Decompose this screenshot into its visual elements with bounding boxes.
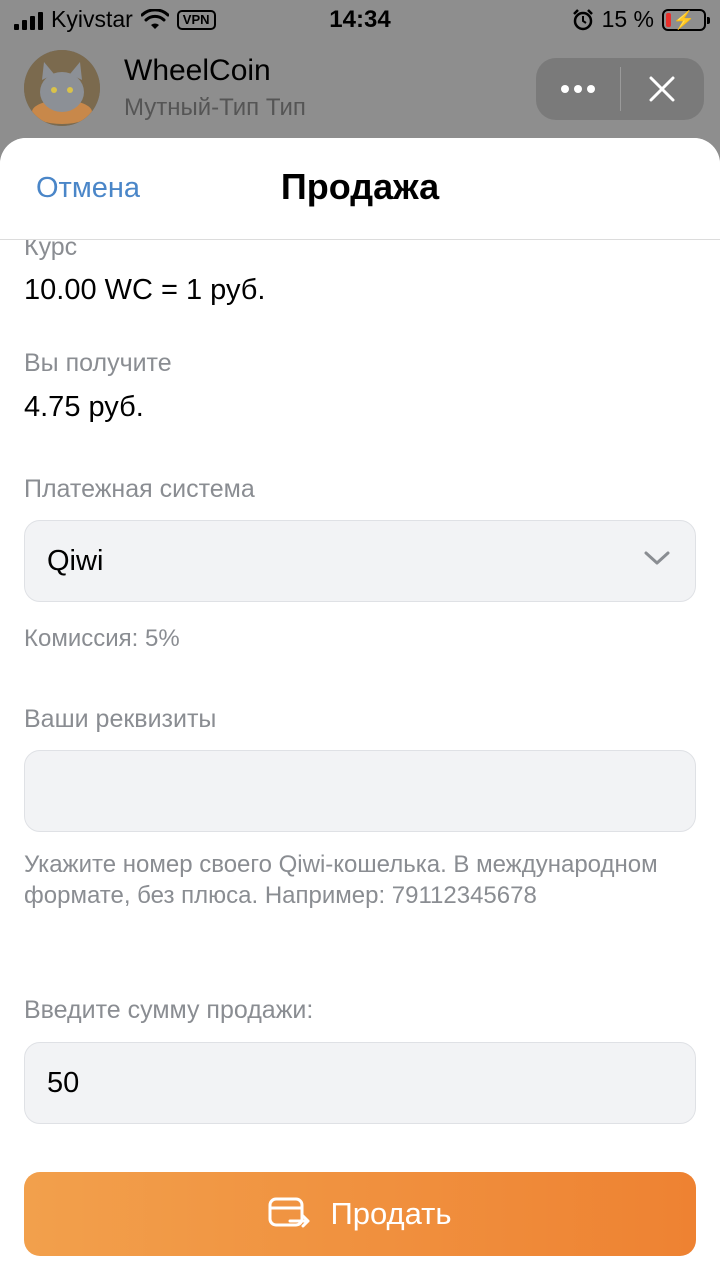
app-header: WheelCoin Мутный-Тип Тип bbox=[0, 40, 720, 140]
chevron-down-icon bbox=[644, 551, 670, 565]
payment-system-select[interactable]: Qiwi bbox=[24, 520, 696, 602]
header-actions bbox=[536, 58, 704, 120]
sell-button-label: Продать bbox=[330, 1196, 452, 1231]
close-button[interactable] bbox=[621, 58, 705, 120]
sheet-title: Продажа bbox=[280, 166, 440, 207]
sell-sheet: Отмена Продажа Курс 10.00 WC = 1 руб. Вы… bbox=[0, 138, 720, 1280]
avatar bbox=[24, 50, 100, 126]
status-bar: Kyivstar VPN 14:34 15 % ⚡ bbox=[0, 0, 720, 40]
sheet-header: Отмена Продажа bbox=[0, 138, 720, 240]
receive-value: 4.75 руб. bbox=[24, 391, 144, 423]
rate-value: 10.00 WC = 1 руб. bbox=[24, 274, 266, 306]
card-transfer-icon bbox=[268, 1197, 310, 1228]
payment-system-label: Платежная система bbox=[24, 475, 255, 503]
receive-label: Вы получите bbox=[24, 349, 172, 377]
battery-icon: ⚡ bbox=[662, 8, 710, 31]
app-subtitle: Мутный-Тип Тип bbox=[124, 94, 306, 121]
close-icon bbox=[649, 76, 675, 102]
battery-percent: 15 % bbox=[601, 6, 654, 32]
sell-button[interactable]: Продать bbox=[24, 1172, 696, 1256]
amount-label: Введите сумму продажи: bbox=[24, 996, 314, 1024]
more-button[interactable] bbox=[536, 58, 620, 120]
more-dots-icon bbox=[560, 85, 595, 93]
amount-value: 50 bbox=[47, 1067, 80, 1099]
commission-text: Комиссия: 5% bbox=[24, 625, 180, 652]
app-title: WheelCoin bbox=[124, 54, 271, 87]
alarm-icon bbox=[572, 8, 593, 30]
payment-system-value: Qiwi bbox=[47, 545, 104, 577]
amount-input[interactable]: 50 bbox=[24, 1042, 696, 1124]
details-label: Ваши реквизиты bbox=[24, 705, 217, 733]
details-hint: Укажите номер своего Qiwi-кошелька. В ме… bbox=[24, 851, 658, 909]
details-input[interactable] bbox=[24, 750, 696, 832]
